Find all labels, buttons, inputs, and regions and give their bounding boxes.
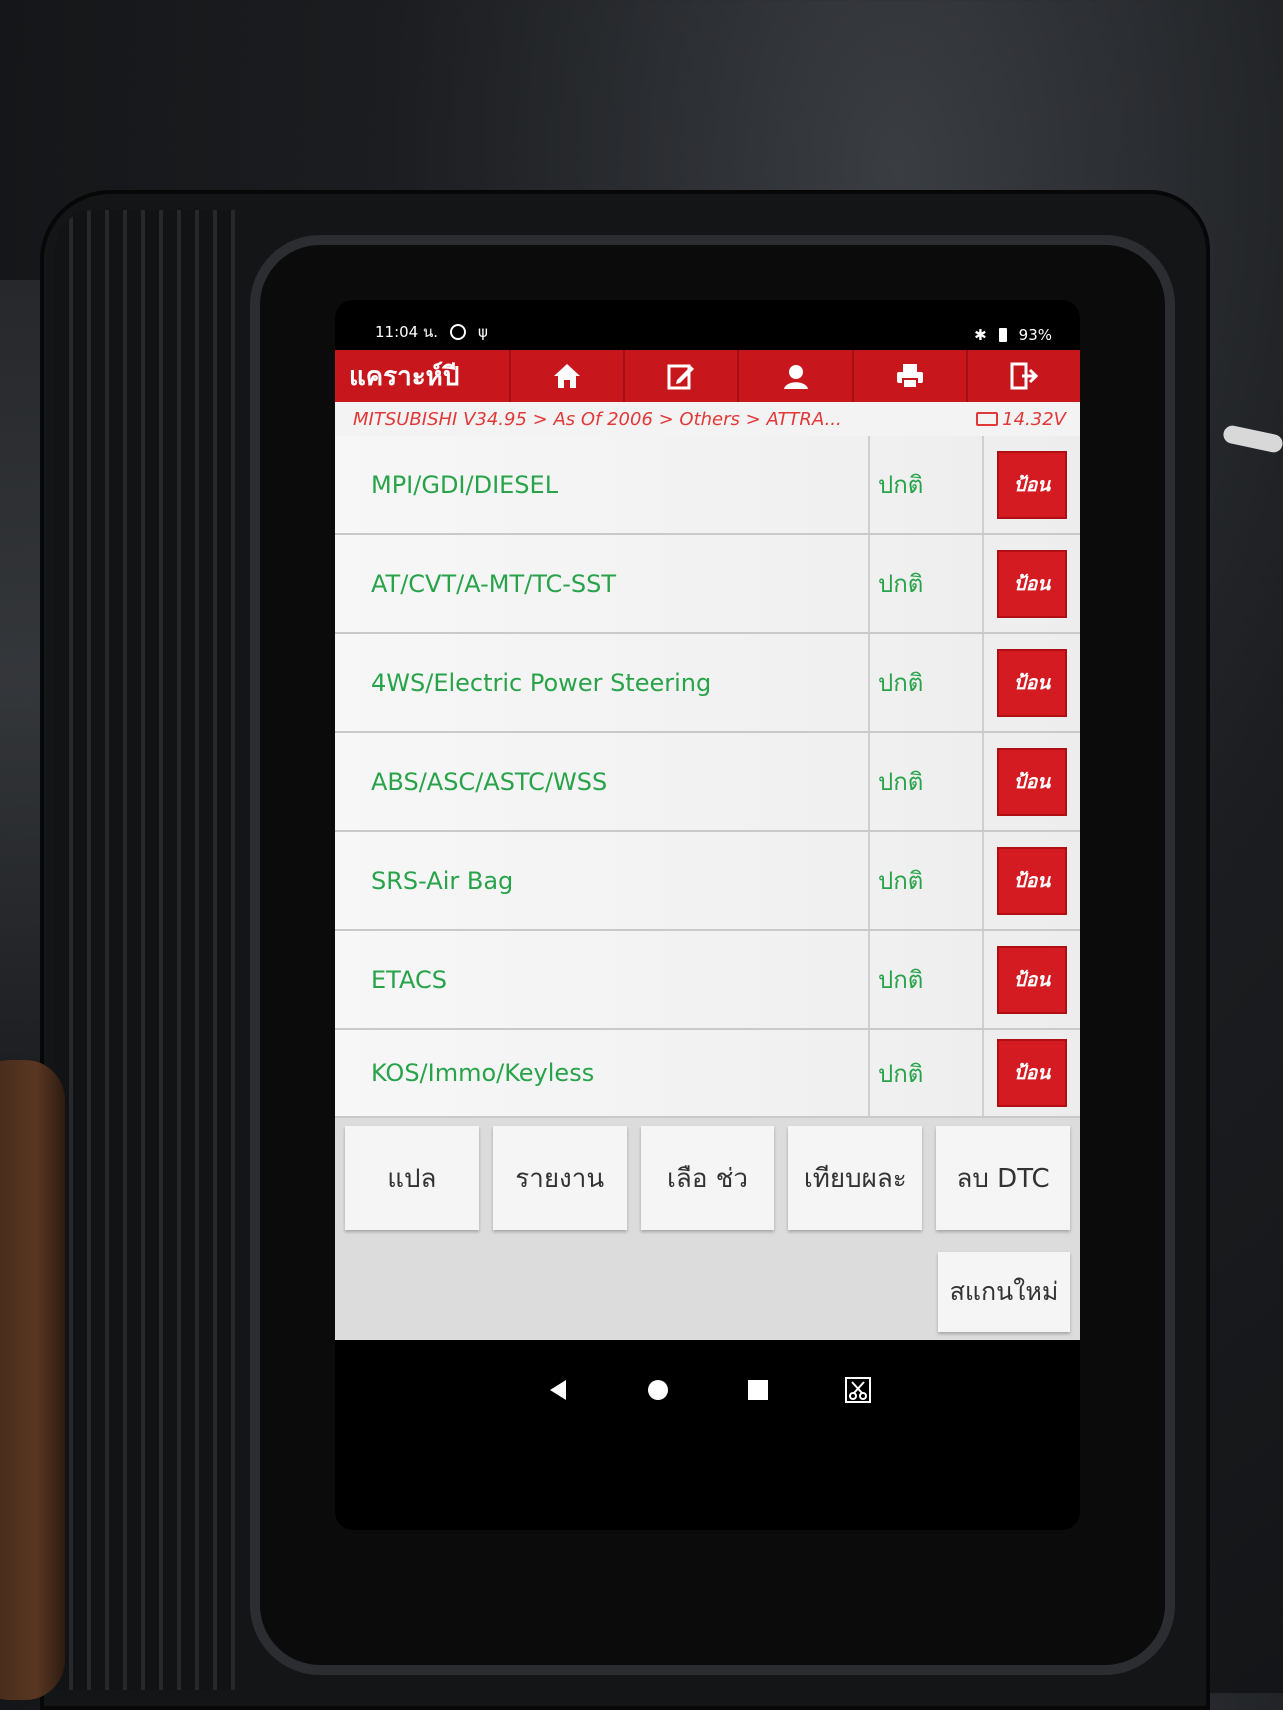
back-button[interactable] xyxy=(543,1375,573,1405)
compare-button[interactable]: เทียบผละ xyxy=(788,1126,923,1230)
hand xyxy=(0,1060,65,1700)
breadcrumb-path: MITSUBISHI V34.95 > As Of 2006 > Others … xyxy=(353,408,842,430)
action-panel: แปล รายงาน เลือ ช่ว เทียบผละ ลบ DTC สแกน… xyxy=(335,1118,1080,1340)
status-time: 11:04 น. xyxy=(375,323,439,341)
system-status: ปกติ xyxy=(870,1030,984,1116)
list-item: ETACS ปกติ ป้อน xyxy=(335,931,1080,1030)
voltage-indicator: 14.32V xyxy=(976,409,1066,430)
exit-button[interactable] xyxy=(965,350,1080,402)
enter-button[interactable]: ป้อน xyxy=(997,549,1067,618)
system-status: ปกติ xyxy=(870,535,984,632)
battery-icon xyxy=(998,328,1007,342)
rescan-button[interactable]: สแกนใหม่ xyxy=(938,1252,1070,1332)
android-nav-bar xyxy=(335,1340,1080,1440)
recents-button[interactable] xyxy=(743,1375,773,1405)
page-title: แคราะห์ปี xyxy=(349,361,460,392)
system-status: ปกติ xyxy=(870,931,984,1028)
report-button[interactable]: รายงาน xyxy=(492,1126,627,1230)
list-item: SRS-Air Bag ปกติ ป้อน xyxy=(335,832,1080,931)
tablet-grip xyxy=(55,210,235,1690)
select-help-button[interactable]: เลือ ช่ว xyxy=(640,1126,775,1230)
car-battery-icon xyxy=(976,412,999,426)
enter-button[interactable]: ป้อน xyxy=(997,648,1067,717)
system-status: ปกติ xyxy=(870,832,984,929)
enter-button[interactable]: ป้อน xyxy=(997,1039,1067,1107)
system-name: SRS-Air Bag xyxy=(335,832,870,929)
list-item: KOS/Immo/Keyless ปกติ ป้อน xyxy=(335,1030,1080,1118)
status-bar: 11:04 น. ψ ✱ 93% xyxy=(335,300,1080,350)
tablet-screen: 11:04 น. ψ ✱ 93% แคราะห์ปี MITSUBISHI V3… xyxy=(335,300,1080,1530)
breadcrumb: MITSUBISHI V34.95 > As Of 2006 > Others … xyxy=(335,402,1080,436)
back-icon xyxy=(549,1380,566,1400)
enter-button[interactable]: ป้อน xyxy=(997,846,1067,915)
edit-icon xyxy=(667,364,695,390)
user-button[interactable] xyxy=(737,350,851,402)
system-name: MPI/GDI/DIESEL xyxy=(335,436,870,533)
print-icon xyxy=(896,364,923,389)
system-list: MPI/GDI/DIESEL ปกติ ป้อน AT/CVT/A-MT/TC-… xyxy=(335,436,1080,1118)
scissors-icon xyxy=(844,1377,871,1403)
sync-icon xyxy=(450,324,467,340)
screenshot-button[interactable] xyxy=(843,1375,873,1405)
exit-icon xyxy=(1010,362,1039,390)
system-name: 4WS/Electric Power Steering xyxy=(335,634,870,731)
user-icon xyxy=(783,365,808,389)
list-item: AT/CVT/A-MT/TC-SST ปกติ ป้อน xyxy=(335,535,1080,634)
app-header: แคราะห์ปี xyxy=(335,350,1080,402)
system-status: ปกติ xyxy=(870,436,984,533)
list-item: ABS/ASC/ASTC/WSS ปกติ ป้อน xyxy=(335,733,1080,832)
voltage-value: 14.32V xyxy=(1002,408,1066,430)
home-button[interactable] xyxy=(509,350,623,402)
circle-home-icon xyxy=(647,1380,668,1400)
list-item: MPI/GDI/DIESEL ปกติ ป้อน xyxy=(335,436,1080,535)
bluetooth-icon: ✱ xyxy=(974,326,987,344)
list-item: 4WS/Electric Power Steering ปกติ ป้อน xyxy=(335,634,1080,733)
print-button[interactable] xyxy=(851,350,966,402)
system-name: AT/CVT/A-MT/TC-SST xyxy=(335,535,870,632)
system-status: ปกติ xyxy=(870,634,984,731)
edit-button[interactable] xyxy=(623,350,737,402)
home-nav-button[interactable] xyxy=(643,1375,673,1405)
system-name: ETACS xyxy=(335,931,870,1028)
system-status: ปกติ xyxy=(870,733,984,830)
battery-level: 93% xyxy=(1018,326,1052,344)
clear-dtc-button[interactable]: ลบ DTC xyxy=(936,1126,1070,1230)
square-recents-icon xyxy=(747,1380,768,1400)
enter-button[interactable]: ป้อน xyxy=(997,747,1067,816)
home-icon xyxy=(554,364,581,388)
system-name: ABS/ASC/ASTC/WSS xyxy=(335,733,870,830)
usb-icon: ψ xyxy=(478,323,488,341)
translate-button[interactable]: แปล xyxy=(345,1126,479,1230)
system-name: KOS/Immo/Keyless xyxy=(335,1030,870,1116)
background-cable xyxy=(1221,423,1283,455)
enter-button[interactable]: ป้อน xyxy=(997,945,1067,1014)
enter-button[interactable]: ป้อน xyxy=(997,450,1067,519)
